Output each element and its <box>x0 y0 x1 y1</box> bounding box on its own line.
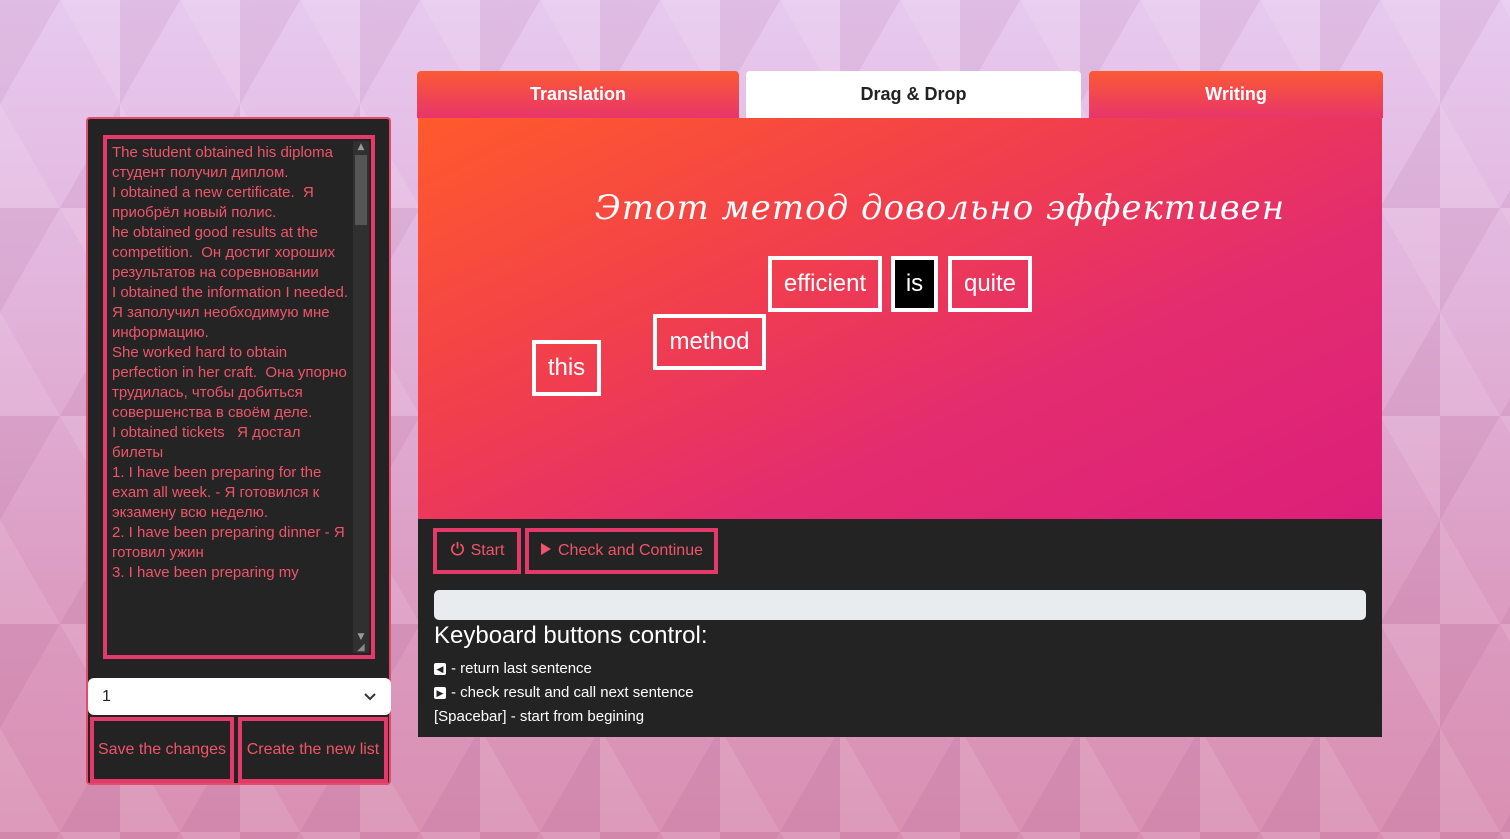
list-number-value: 1 <box>102 687 111 705</box>
keyboard-help-next: ▶ - check result and call next sentence <box>434 684 694 701</box>
keyboard-help-next-text: - check result and call next sentence <box>451 684 694 701</box>
resize-grip-icon[interactable]: ◢ <box>357 643 369 653</box>
start-label: Start <box>470 542 505 559</box>
caret-left-square-icon: ◀ <box>434 662 446 675</box>
keyboard-help-title: Keyboard buttons control: <box>434 622 708 649</box>
power-icon <box>450 541 465 561</box>
word-list-text[interactable]: The student obtained his diploma студент… <box>112 143 352 653</box>
keyboard-help-space: [Spacebar] - start from begining <box>434 708 645 725</box>
drag-drop-area: Этот метод довольно эффективен efficient… <box>418 118 1382 519</box>
word-tile[interactable]: method <box>653 314 766 370</box>
tab-translation[interactable]: Translation <box>417 71 739 118</box>
word-tile[interactable]: efficient <box>768 256 882 312</box>
save-changes-button[interactable]: Save the changes <box>90 717 234 783</box>
list-number-select[interactable]: 1 <box>88 678 391 715</box>
create-new-list-button[interactable]: Create the new list <box>238 717 388 783</box>
word-list-panel: The student obtained his diploma студент… <box>86 117 391 785</box>
textarea-scrollbar[interactable]: ▲ ▼ <box>353 141 369 653</box>
tab-drag-and-drop[interactable]: Drag & Drop <box>746 71 1081 118</box>
progress-bar <box>434 590 1366 620</box>
scrollbar-thumb[interactable] <box>355 155 367 225</box>
tab-writing[interactable]: Writing <box>1089 71 1383 118</box>
word-tile[interactable]: is <box>891 256 938 312</box>
start-button[interactable]: Start <box>433 528 521 574</box>
control-panel: Start Check and Continue Keyboard button… <box>418 519 1382 737</box>
target-sentence: Этот метод довольно эффективен <box>594 188 1286 228</box>
check-label: Check and Continue <box>558 542 703 559</box>
word-tile[interactable]: this <box>532 340 601 396</box>
word-list-textarea[interactable]: The student obtained his diploma студент… <box>103 135 375 659</box>
keyboard-help-back: ◀ - return last sentence <box>434 660 592 677</box>
word-tile[interactable]: quite <box>948 256 1032 312</box>
keyboard-help-back-text: - return last sentence <box>451 660 592 677</box>
chevron-down-icon <box>363 689 377 705</box>
check-and-continue-button[interactable]: Check and Continue <box>525 528 718 574</box>
caret-right-square-icon: ▶ <box>434 686 446 699</box>
play-icon <box>540 542 552 561</box>
scroll-up-arrow-icon[interactable]: ▲ <box>353 141 369 153</box>
